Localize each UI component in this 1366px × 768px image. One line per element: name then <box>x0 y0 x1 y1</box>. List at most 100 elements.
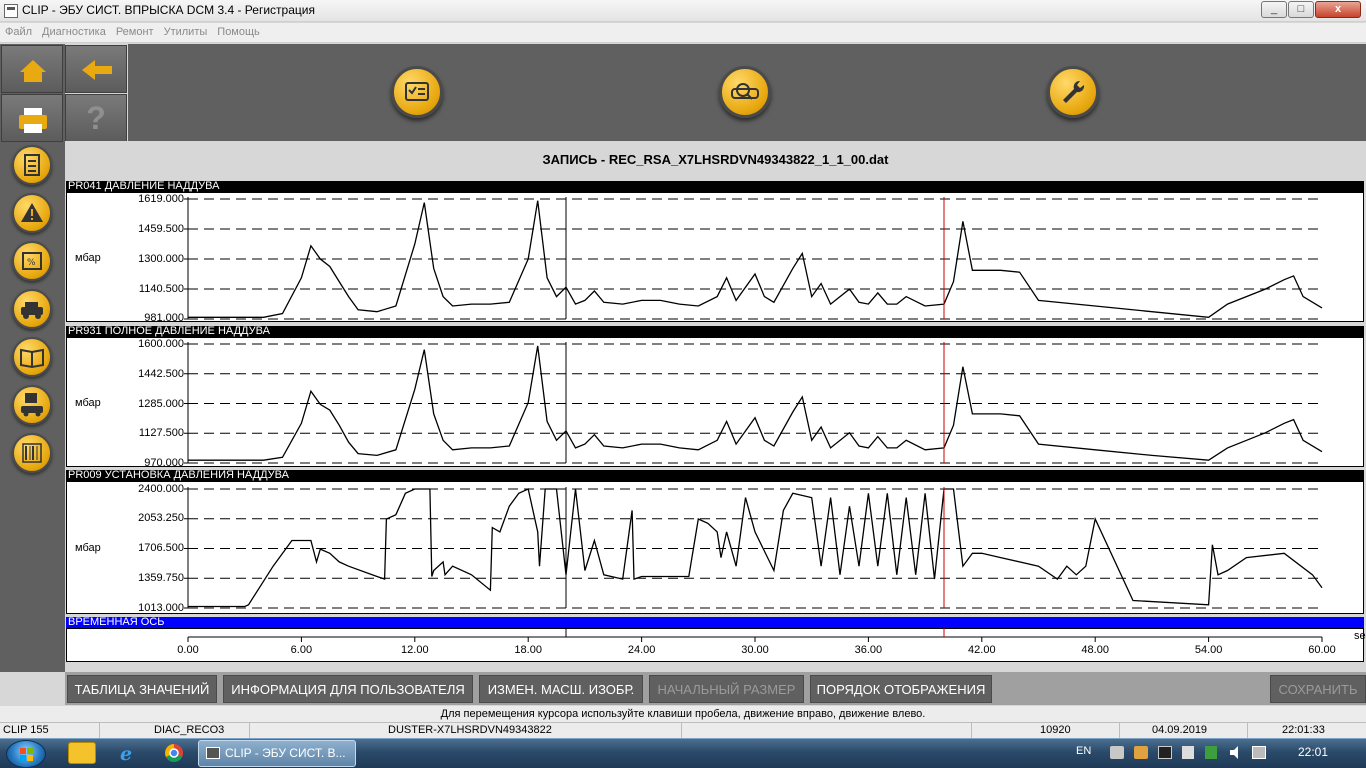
y-tick-label: 1459.500 <box>138 223 184 235</box>
hint-text: Для перемещения курсора используйте клав… <box>0 706 1366 722</box>
value-table-button[interactable]: ТАБЛИЦА ЗНАЧЕНИЙ <box>67 675 217 703</box>
barcode-button[interactable] <box>12 433 52 473</box>
chart-unit: мбар <box>75 542 101 554</box>
status-empty <box>682 723 972 739</box>
chart-header-pr009: PR009 УСТАНОВКА ДАВЛЕНИЯ НАДДУВА <box>66 470 1364 481</box>
chart-header-pr931: PR931 ПОЛНОЕ ДАВЛЕНИЕ НАДДУВА <box>66 326 1364 337</box>
menu-file[interactable]: Файл <box>0 23 37 38</box>
back-button[interactable] <box>65 45 127 93</box>
status-clip-version: CLIP 155 <box>0 723 100 739</box>
tray-usb-icon[interactable] <box>1205 746 1217 759</box>
tools-button[interactable] <box>1047 66 1099 118</box>
time-tick-label: 0.00 <box>177 644 199 656</box>
time-axis-header: ВРЕМЕННАЯ ОСЬ <box>66 617 1364 628</box>
tray-network-icon[interactable] <box>1252 746 1266 759</box>
time-axis-unit: se <box>1354 630 1366 642</box>
status-code: 10920 <box>972 723 1120 739</box>
initial-size-button[interactable]: НАЧАЛЬНЫЙ РАЗМЕР <box>649 675 804 703</box>
menu-help[interactable]: Помощь <box>212 23 265 38</box>
user-info-button[interactable]: ИНФОРМАЦИЯ ДЛЯ ПОЛЬЗОВАТЕЛЯ <box>223 675 473 703</box>
taskbar-ie-icon[interactable]: e <box>114 742 142 765</box>
y-tick-label: 1619.000 <box>138 193 184 205</box>
svg-text:%: % <box>27 258 36 268</box>
tray-app-icon[interactable] <box>1134 746 1148 759</box>
title-bar: CLIP - ЭБУ СИСТ. ВПРЫСКА DCM 3.4 - Регис… <box>0 0 1366 22</box>
chart-panel-pr041 <box>66 192 1364 322</box>
warning-icon <box>21 203 43 222</box>
vehicle-diagnostic-button[interactable] <box>719 66 771 118</box>
status-vehicle: DUSTER-X7LHSRDVN49343822 <box>250 723 682 739</box>
y-tick-label: 1706.500 <box>138 542 184 554</box>
chart-unit: мбар <box>75 397 101 409</box>
status-bar: CLIP 155 DIAC_RECO3 DUSTER-X7LHSRDVN4934… <box>0 722 1366 739</box>
tray-app-icon[interactable] <box>1110 746 1124 759</box>
time-tick-label: 24.00 <box>627 644 656 656</box>
help-icon: ? <box>86 100 106 136</box>
menu-utilities[interactable]: Утилиты <box>159 23 213 38</box>
y-tick-label: 2053.250 <box>138 512 184 524</box>
taskbar-clock: 22:01 <box>1298 745 1329 759</box>
printer-icon <box>19 108 47 133</box>
back-arrow-icon <box>82 60 112 80</box>
status-date: 04.09.2019 <box>1120 723 1248 739</box>
chart-unit: мбар <box>75 252 101 264</box>
tray-device-icon[interactable] <box>1182 746 1194 759</box>
display-order-button[interactable]: ПОРЯДОК ОТОБРАЖЕНИЯ <box>810 675 992 703</box>
windows-logo-icon <box>20 748 33 761</box>
minimize-button[interactable]: _ <box>1261 1 1287 18</box>
time-tick-label: 48.00 <box>1081 644 1109 656</box>
save-button[interactable]: СОХРАНИТЬ <box>1270 675 1366 703</box>
y-tick-label: 1127.500 <box>138 427 184 439</box>
checklist-icon <box>405 82 429 101</box>
menu-diagnostics[interactable]: Диагностика <box>37 23 111 38</box>
tray-app-icon[interactable] <box>1158 746 1172 759</box>
manual-icon <box>20 348 44 369</box>
time-axis-panel <box>66 628 1364 662</box>
recording-title: ЗАПИСЬ - REC_RSA_X7LHSRDVN49343822_1_1_0… <box>542 152 889 167</box>
close-button[interactable]: x <box>1315 1 1361 18</box>
time-tick-label: 18.00 <box>514 644 542 656</box>
clip-window-icon <box>206 747 220 759</box>
window-title: CLIP - ЭБУ СИСТ. ВПРЫСКА DCM 3.4 - Регис… <box>22 3 315 17</box>
maximize-button[interactable]: □ <box>1288 1 1314 18</box>
status-reco: DIAC_RECO3 <box>100 723 250 739</box>
menu-repair[interactable]: Ремонт <box>111 23 159 38</box>
clip-app-window: CLIP - ЭБУ СИСТ. ВПРЫСКА DCM 3.4 - Регис… <box>0 0 1366 768</box>
vehicle-button[interactable] <box>12 289 52 329</box>
taskbar-chrome-icon[interactable] <box>160 742 188 764</box>
taskbar-active-window[interactable]: CLIP - ЭБУ СИСТ. В... <box>198 740 356 767</box>
time-tick-label: 54.00 <box>1194 644 1223 656</box>
y-tick-label: 1300.000 <box>138 253 184 265</box>
start-button[interactable] <box>6 740 46 768</box>
menu-bar: Файл Диагностика Ремонт Утилиты Помощь <box>0 23 1366 43</box>
y-tick-label: 981.000 <box>144 312 184 324</box>
y-tick-label: 1140.500 <box>138 283 184 295</box>
y-tick-label: 1600.000 <box>138 338 184 350</box>
status-time: 22:01:33 <box>1282 724 1325 736</box>
time-tick-label: 60.00 <box>1308 644 1336 656</box>
fault-codes-button[interactable] <box>12 193 52 233</box>
parameters-icon: % <box>22 252 42 270</box>
tray-volume-icon[interactable] <box>1228 745 1244 763</box>
wrench-icon <box>1063 80 1085 103</box>
time-tick-label: 6.00 <box>290 644 313 656</box>
manual-button[interactable] <box>12 337 52 377</box>
y-tick-label: 2400.000 <box>138 483 184 495</box>
barcode-icon <box>22 443 42 463</box>
chart-panel-pr009 <box>66 481 1364 614</box>
document-list-button[interactable] <box>12 145 52 185</box>
taskbar-explorer-icon[interactable] <box>68 742 96 764</box>
vehicle-save-button[interactable] <box>12 385 52 425</box>
home-button[interactable] <box>1 45 63 93</box>
print-button[interactable] <box>1 94 63 142</box>
language-indicator[interactable]: EN <box>1076 745 1091 757</box>
help-button[interactable]: ? <box>65 94 127 142</box>
vehicle-diagnostic-icon <box>731 83 759 100</box>
checklist-button[interactable] <box>391 66 443 118</box>
y-tick-label: 970.000 <box>144 457 184 469</box>
parameters-button[interactable]: % <box>12 241 52 281</box>
time-tick-label: 42.00 <box>968 644 996 656</box>
change-scale-button[interactable]: ИЗМЕН. МАСШ. ИЗОБР. <box>479 675 643 703</box>
chart-panel-pr931 <box>66 337 1364 467</box>
app-window-icon <box>4 4 18 18</box>
